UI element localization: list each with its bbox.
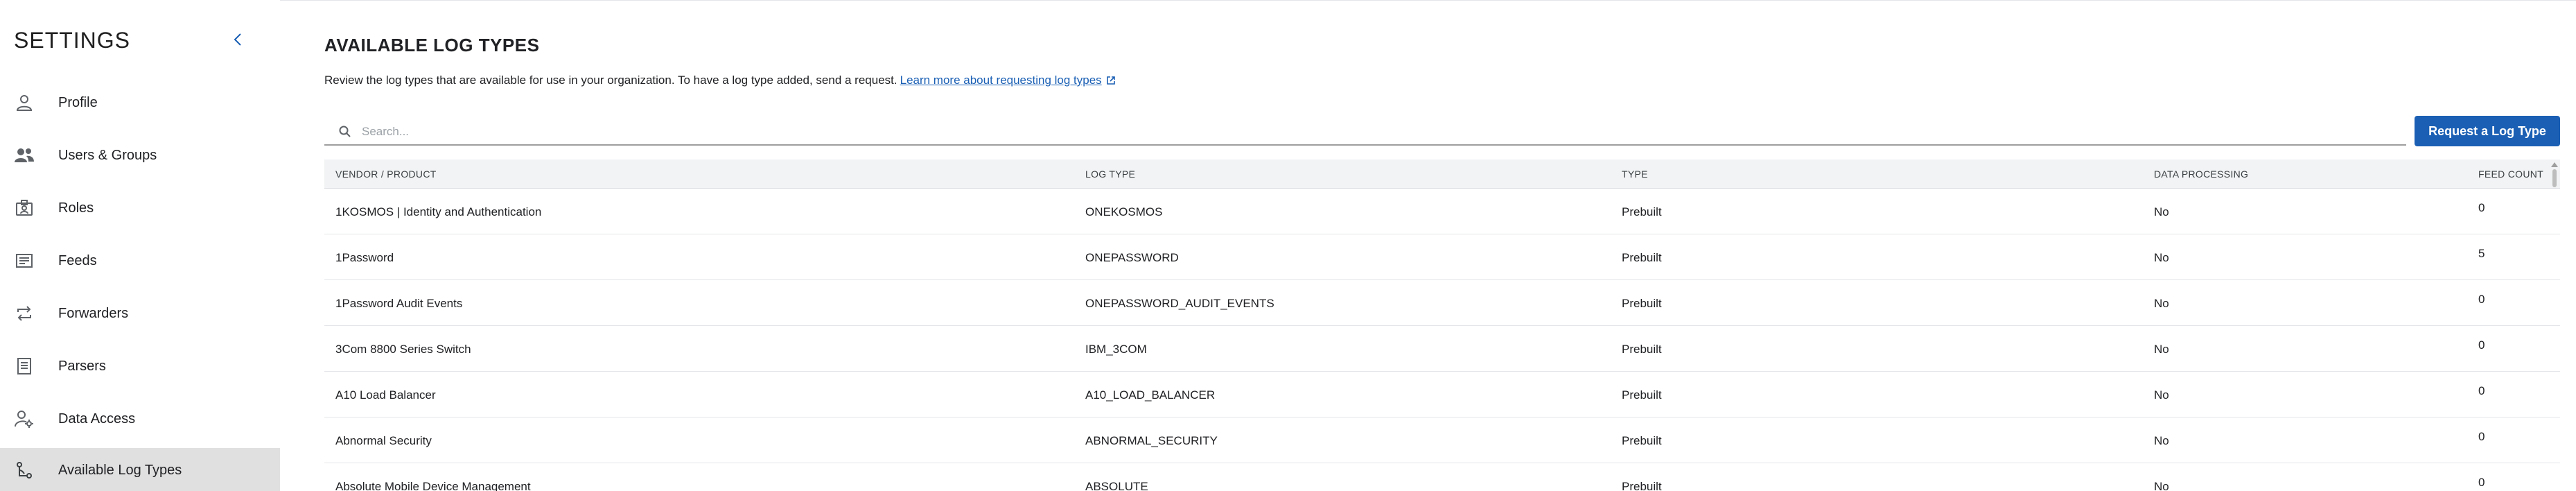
data-processing-cell: No xyxy=(2154,434,2169,447)
data-processing-cell: No xyxy=(2154,480,2169,491)
chevron-left-icon xyxy=(234,33,241,46)
sidebar-item-forwarders[interactable]: Forwarders xyxy=(0,291,280,336)
description-text: Review the log types that are available … xyxy=(324,74,897,87)
vendor-cell: 1KOSMOS | Identity and Authentication xyxy=(335,205,542,218)
log-type-cell: ABNORMAL_SECURITY xyxy=(1085,434,1218,447)
type-cell: Prebuilt xyxy=(1622,343,1662,356)
sidebar-item-profile[interactable]: Profile xyxy=(0,80,280,125)
main-content: AVAILABLE LOG TYPES Review the log types… xyxy=(324,0,2564,491)
column-header-data-processing[interactable]: DATA PROCESSING xyxy=(2154,169,2248,180)
sidebar-item-roles[interactable]: Roles xyxy=(0,186,280,230)
type-cell: Prebuilt xyxy=(1622,388,1662,402)
request-log-type-button[interactable]: Request a Log Type xyxy=(2415,116,2560,146)
document-list-icon xyxy=(14,356,35,377)
feed-count-cell: 5 xyxy=(2478,247,2485,260)
table-row[interactable]: Absolute Mobile Device Management ABSOLU… xyxy=(324,463,2560,491)
sidebar-item-label: Parsers xyxy=(58,358,106,374)
vendor-cell: A10 Load Balancer xyxy=(335,388,436,402)
type-cell: Prebuilt xyxy=(1622,480,1662,491)
vendor-cell: 1Password Audit Events xyxy=(335,297,463,310)
sidebar-item-label: Feeds xyxy=(58,252,97,268)
type-cell: Prebuilt xyxy=(1622,297,1662,310)
roles-badge-icon xyxy=(14,198,35,218)
vendor-cell: 1Password xyxy=(335,251,394,264)
column-header-log-type[interactable]: LOG TYPE xyxy=(1085,169,1135,180)
table-row[interactable]: 1KOSMOS | Identity and Authentication ON… xyxy=(324,189,2560,234)
sidebar-item-feeds[interactable]: Feeds xyxy=(0,239,280,283)
column-header-type[interactable]: TYPE xyxy=(1622,169,1648,180)
log-type-cell: ONEPASSWORD xyxy=(1085,251,1179,264)
data-processing-cell: No xyxy=(2154,343,2169,356)
feed-count-cell: 0 xyxy=(2478,430,2485,443)
users-icon xyxy=(14,145,35,166)
search-icon xyxy=(339,126,351,137)
log-type-cell: ONEKOSMOS xyxy=(1085,205,1163,218)
scroll-up-arrow-icon[interactable] xyxy=(2551,162,2558,167)
branch-icon xyxy=(14,460,35,481)
sidebar-item-label: Forwarders xyxy=(58,305,129,321)
settings-sidebar: SETTINGS Profile Users & Groups Roles Fe… xyxy=(0,0,280,491)
sidebar-item-label: Profile xyxy=(58,94,98,110)
search-input[interactable] xyxy=(362,121,2372,143)
feed-count-cell: 0 xyxy=(2478,338,2485,352)
table-row[interactable]: 1Password ONEPASSWORD Prebuilt No 5 xyxy=(324,234,2560,280)
table-row[interactable]: Abnormal Security ABNORMAL_SECURITY Preb… xyxy=(324,417,2560,463)
sidebar-item-users-groups[interactable]: Users & Groups xyxy=(0,133,280,178)
log-type-cell: IBM_3COM xyxy=(1085,343,1147,356)
feed-count-cell: 0 xyxy=(2478,476,2485,489)
data-processing-cell: No xyxy=(2154,205,2169,218)
search-bar xyxy=(324,118,2406,146)
page-title: AVAILABLE LOG TYPES xyxy=(324,35,540,55)
sidebar-item-label: Roles xyxy=(58,200,94,216)
collapse-sidebar-button[interactable] xyxy=(229,31,247,49)
vendor-cell: 3Com 8800 Series Switch xyxy=(335,343,471,356)
sidebar-item-label: Data Access xyxy=(58,411,136,427)
scrollbar-thumb[interactable] xyxy=(2552,169,2557,187)
vendor-cell: Abnormal Security xyxy=(335,434,432,447)
table-row[interactable]: 3Com 8800 Series Switch IBM_3COM Prebuil… xyxy=(324,326,2560,372)
external-link-icon[interactable] xyxy=(1106,75,1116,89)
feed-count-cell: 0 xyxy=(2478,201,2485,214)
sidebar-item-label: Available Log Types xyxy=(58,462,182,478)
person-icon xyxy=(14,92,35,113)
table-row[interactable]: 1Password Audit Events ONEPASSWORD_AUDIT… xyxy=(324,280,2560,326)
log-type-cell: ABSOLUTE xyxy=(1085,480,1148,491)
column-header-feed-count[interactable]: FEED COUNT xyxy=(2478,169,2543,180)
table-row[interactable]: A10 Load Balancer A10_LOAD_BALANCER Preb… xyxy=(324,372,2560,417)
log-type-cell: ONEPASSWORD_AUDIT_EVENTS xyxy=(1085,297,1274,310)
vendor-cell: Absolute Mobile Device Management xyxy=(335,480,531,491)
data-processing-cell: No xyxy=(2154,251,2169,264)
feed-count-cell: 0 xyxy=(2478,293,2485,306)
sidebar-title: SETTINGS xyxy=(14,28,131,53)
page-description: Review the log types that are available … xyxy=(324,74,1116,89)
sidebar-item-data-access[interactable]: Data Access xyxy=(0,397,280,441)
feed-count-cell: 0 xyxy=(2478,384,2485,397)
type-cell: Prebuilt xyxy=(1622,434,1662,447)
column-header-vendor[interactable]: VENDOR / PRODUCT xyxy=(335,169,437,180)
data-processing-cell: No xyxy=(2154,388,2169,402)
data-processing-cell: No xyxy=(2154,297,2169,310)
log-types-table: VENDOR / PRODUCT LOG TYPE TYPE DATA PROC… xyxy=(324,160,2560,491)
sidebar-item-label: Users & Groups xyxy=(58,147,157,163)
table-scrollbar[interactable] xyxy=(2550,160,2560,491)
sidebar-item-parsers[interactable]: Parsers xyxy=(0,344,280,388)
learn-more-link[interactable]: Learn more about requesting log types xyxy=(900,74,1102,87)
feeds-icon xyxy=(14,250,35,271)
forward-arrows-icon xyxy=(14,303,35,324)
type-cell: Prebuilt xyxy=(1622,251,1662,264)
log-type-cell: A10_LOAD_BALANCER xyxy=(1085,388,1216,402)
sidebar-item-available-log-types[interactable]: Available Log Types xyxy=(0,448,280,491)
table-header: VENDOR / PRODUCT LOG TYPE TYPE DATA PROC… xyxy=(324,160,2560,189)
user-gear-icon xyxy=(14,408,35,429)
type-cell: Prebuilt xyxy=(1622,205,1662,218)
